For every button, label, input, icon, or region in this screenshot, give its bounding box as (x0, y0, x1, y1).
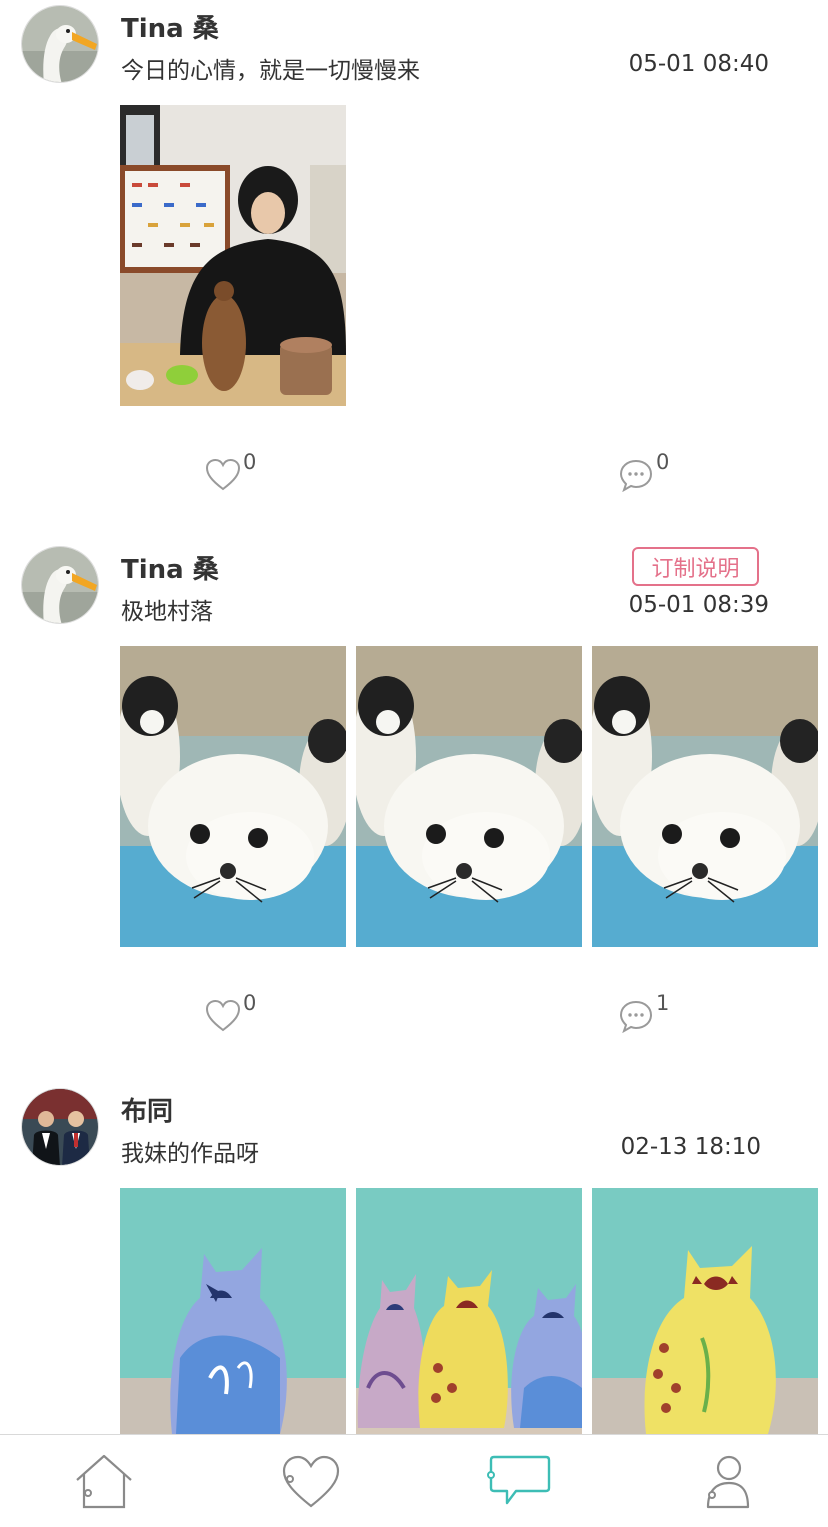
post-text: 今日的心情，就是一切慢慢来 (121, 58, 420, 84)
felted-seal-photo (592, 646, 818, 947)
person-icon (706, 1455, 750, 1509)
feed-post: Tina 桑 今日的心情，就是一切慢慢来 05-01 08:40 0 0 (0, 0, 828, 540)
heart-icon (205, 458, 241, 492)
post-timestamp: 05-01 08:40 (628, 51, 769, 77)
like-button[interactable]: 0 (205, 450, 256, 492)
moments-feed[interactable]: Tina 桑 今日的心情，就是一切慢慢来 05-01 08:40 0 0 Tin… (0, 0, 828, 1434)
tab-home[interactable] (69, 1453, 139, 1515)
artist-with-felted-otter-photo (120, 105, 346, 406)
post-photo[interactable] (356, 646, 582, 947)
people-avatar-image (22, 1089, 99, 1166)
comment-button[interactable]: 1 (618, 991, 669, 1033)
like-count: 0 (243, 450, 257, 474)
post-photo[interactable] (356, 1188, 582, 1434)
post-timestamp: 02-13 18:10 (620, 1134, 761, 1160)
comment-count: 0 (656, 450, 670, 474)
like-count: 0 (243, 991, 257, 1015)
comment-icon (618, 458, 654, 492)
user-avatar[interactable] (21, 5, 99, 83)
heart-icon (282, 1455, 340, 1508)
comment-count: 1 (656, 991, 670, 1015)
bottom-tab-bar (0, 1434, 828, 1527)
like-button[interactable]: 0 (205, 991, 256, 1033)
feed-post: 布同 我妹的作品呀 02-13 18:10 (0, 1083, 828, 1434)
tab-messages[interactable] (484, 1453, 554, 1515)
chat-icon (487, 1455, 551, 1505)
comment-icon (618, 999, 654, 1033)
post-username[interactable]: Tina 桑 (121, 8, 219, 45)
user-avatar[interactable] (21, 546, 99, 624)
goose-avatar-image (22, 6, 99, 83)
post-photo[interactable] (592, 646, 818, 947)
post-username[interactable]: 布同 (121, 1091, 173, 1128)
post-username[interactable]: Tina 桑 (121, 549, 219, 586)
heart-icon (205, 999, 241, 1033)
feed-post: Tina 桑 订制说明 极地村落 05-01 08:39 0 1 (0, 541, 828, 1082)
yellow-ceramic-cat-photo (592, 1188, 818, 1434)
user-avatar[interactable] (21, 1088, 99, 1166)
tab-favorites[interactable] (276, 1453, 346, 1515)
post-photo[interactable] (592, 1188, 818, 1434)
felted-seal-photo (120, 646, 346, 947)
customization-info-button[interactable]: 订制说明 (632, 547, 759, 586)
ceramic-cats-group-photo (356, 1188, 582, 1434)
home-icon (76, 1454, 132, 1509)
post-text: 极地村落 (121, 599, 213, 625)
goose-avatar-image (22, 547, 99, 624)
post-timestamp: 05-01 08:39 (628, 592, 769, 618)
post-photo[interactable] (120, 105, 346, 406)
tab-profile[interactable] (690, 1453, 760, 1515)
post-photo[interactable] (120, 646, 346, 947)
comment-button[interactable]: 0 (618, 450, 669, 492)
post-photo[interactable] (120, 1188, 346, 1434)
blue-ceramic-cat-photo (120, 1188, 346, 1434)
felted-seal-photo (356, 646, 582, 947)
post-text: 我妹的作品呀 (121, 1141, 259, 1167)
